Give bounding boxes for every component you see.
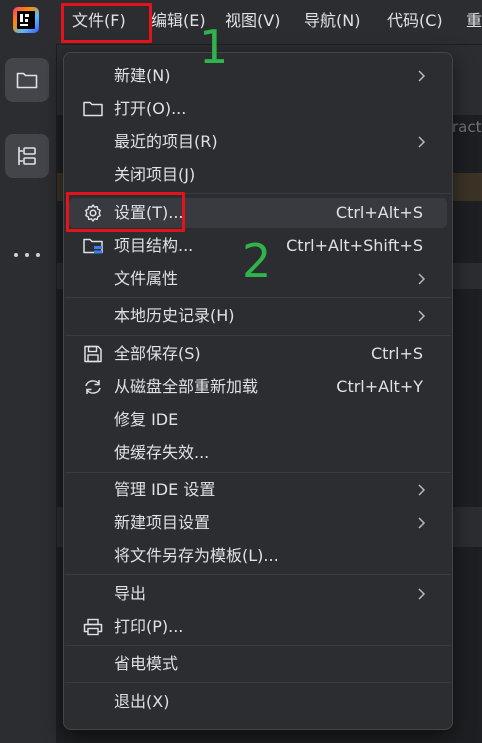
annotation-box-settings [66, 192, 185, 232]
chevron-right-icon [418, 70, 426, 82]
menu-item-reload-from-disk[interactable]: 从磁盘全部重新加载 Ctrl+Alt+Y [69, 372, 447, 402]
menu-item-recent-projects[interactable]: 最近的项目(R) [69, 127, 447, 157]
tool-window-strip [0, 44, 57, 743]
menu-item-invalidate-caches[interactable]: 使缓存失效... [69, 438, 447, 468]
annotation-step-1: 1 [199, 20, 229, 74]
folder-icon [83, 101, 103, 117]
menu-separator [65, 682, 451, 683]
menu-item-local-history[interactable]: 本地历史记录(H) [69, 301, 447, 331]
menu-separator [65, 297, 451, 298]
menu-item-open[interactable]: 打开(O)... [69, 94, 447, 124]
menu-item-repair-ide[interactable]: 修复 IDE [69, 405, 447, 435]
menu-separator [65, 335, 451, 336]
chevron-right-icon [418, 588, 426, 600]
annotation-box-file-menu [61, 3, 152, 43]
chevron-right-icon [418, 517, 426, 529]
chevron-right-icon [418, 136, 426, 148]
menu-refactor[interactable]: 重 [466, 10, 482, 32]
structure-icon [18, 147, 36, 165]
menu-separator [65, 645, 451, 646]
menu-item-new-project-setup[interactable]: 新建项目设置 [69, 508, 447, 538]
annotation-step-2: 2 [242, 234, 272, 288]
folder-icon [16, 72, 38, 89]
chevron-right-icon [418, 273, 426, 285]
menu-item-save-all[interactable]: 全部保存(S) Ctrl+S [69, 339, 447, 369]
menu-separator [65, 472, 451, 473]
menu-separator [65, 574, 451, 575]
menu-item-new[interactable]: 新建(N) [69, 61, 447, 91]
project-tool-button[interactable] [5, 58, 49, 102]
file-menu-popup: 新建(N) 打开(O)... 最近的项目(R) 关闭项目(J) 设置(T)...… [63, 52, 453, 730]
background-text: ract [452, 118, 482, 136]
menu-item-print[interactable]: 打印(P)... [69, 612, 447, 642]
chevron-right-icon [418, 484, 426, 496]
reload-icon [85, 380, 101, 394]
menu-item-power-save-mode[interactable]: 省电模式 [69, 649, 447, 679]
chevron-right-icon [418, 310, 426, 322]
structure-tool-button[interactable] [5, 134, 49, 178]
save-icon [84, 345, 102, 363]
menu-view[interactable]: 视图(V) [225, 10, 280, 32]
app-logo-icon[interactable] [13, 7, 39, 33]
more-tools-icon[interactable] [12, 250, 44, 260]
menu-navigate[interactable]: 导航(N) [304, 10, 360, 32]
menu-item-export[interactable]: 导出 [69, 579, 447, 609]
menu-code[interactable]: 代码(C) [387, 10, 443, 32]
menu-item-close-project[interactable]: 关闭项目(J) [69, 160, 447, 190]
menu-item-exit[interactable]: 退出(X) [69, 687, 447, 717]
project-structure-icon [83, 238, 103, 254]
print-icon [83, 618, 103, 636]
menu-item-save-as-template[interactable]: 将文件另存为模板(L)... [69, 541, 447, 571]
menu-item-manage-ide-settings[interactable]: 管理 IDE 设置 [69, 475, 447, 505]
menu-edit[interactable]: 编辑(E) [151, 10, 206, 32]
